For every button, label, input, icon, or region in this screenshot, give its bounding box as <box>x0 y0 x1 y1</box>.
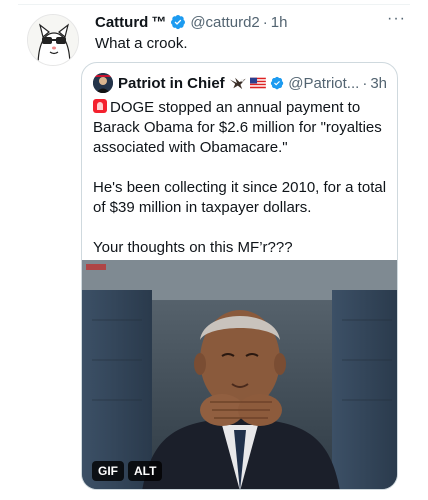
separator: · <box>262 13 268 31</box>
quoted-tweet-card[interactable]: Patriot in Chief @Patriot... · 3h DOGE s… <box>81 62 398 490</box>
gif-badge: GIF <box>92 461 124 481</box>
avatar[interactable] <box>27 14 79 66</box>
more-options-icon[interactable]: ··· <box>387 10 406 28</box>
trademark-symbol: ™ <box>151 13 167 31</box>
eagle-emoji-icon <box>229 77 246 90</box>
gif-image <box>82 260 397 489</box>
quoted-paragraph: He's been collecting it since 2010, for … <box>93 179 387 216</box>
quoted-timestamp[interactable]: 3h <box>370 75 387 92</box>
quoted-avatar[interactable] <box>93 73 113 93</box>
verified-badge-icon <box>171 15 186 30</box>
quoted-paragraph: DOGE stopped an annual payment to Barack… <box>93 98 393 158</box>
tweet-text: What a crook. <box>95 35 188 52</box>
us-flag-emoji-icon <box>250 77 267 89</box>
quoted-avatar-image <box>93 73 113 93</box>
quoted-author-handle[interactable]: @Patriot... <box>288 75 359 92</box>
gif-media[interactable]: GIF ALT <box>82 260 397 489</box>
quoted-tweet-header: Patriot in Chief @Patriot... · 3h <box>93 73 387 93</box>
siren-emoji-icon <box>93 99 107 113</box>
quoted-paragraph: Your thoughts on this MF’r??? <box>93 239 293 256</box>
quoted-tweet-text: DOGE stopped an annual payment to Barack… <box>93 98 393 278</box>
alt-badge[interactable]: ALT <box>128 461 163 481</box>
timestamp[interactable]: 1h <box>271 14 288 31</box>
separator: · <box>362 74 368 92</box>
cat-avatar-image <box>28 15 78 65</box>
tweet-header: Catturd ™ @catturd2 · 1h <box>95 12 408 32</box>
quoted-paragraph-text: DOGE stopped an annual payment to Barack… <box>93 99 382 156</box>
author-handle[interactable]: @catturd2 <box>190 14 259 31</box>
divider <box>18 4 410 5</box>
verified-badge-icon <box>271 76 284 90</box>
quoted-author-name[interactable]: Patriot in Chief <box>118 75 225 92</box>
author-name[interactable]: Catturd <box>95 14 148 31</box>
